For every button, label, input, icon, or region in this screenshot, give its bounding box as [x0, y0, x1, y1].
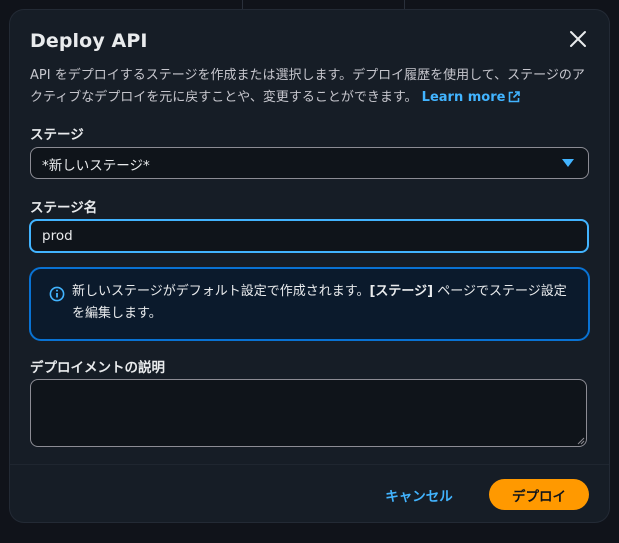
- caret-down-icon: [562, 159, 574, 167]
- learn-more-label: Learn more: [421, 90, 506, 105]
- resize-grip-icon[interactable]: [577, 437, 585, 445]
- modal-description: API をデプロイするステージを作成または選択します。デプロイ履歴を使用して、ス…: [30, 65, 595, 109]
- cancel-button[interactable]: キャンセル: [378, 480, 460, 510]
- close-button[interactable]: [565, 26, 591, 52]
- learn-more-link[interactable]: Learn more: [422, 90, 521, 105]
- info-alert-text: 新しいステージがデフォルト設定で作成されます。[ステージ] ページでステージ設定…: [72, 281, 572, 325]
- info-text-part: 新しいステージがデフォルト設定で作成されます。: [72, 284, 370, 299]
- stage-label: ステージ: [30, 127, 84, 143]
- stage-select-value: *新しいステージ*: [42, 158, 150, 174]
- deployment-description-textarea[interactable]: [30, 379, 587, 447]
- footer-divider: [10, 464, 609, 465]
- info-alert: 新しいステージがデフォルト設定で作成されます。[ステージ] ページでステージ設定…: [29, 267, 590, 341]
- modal-title: Deploy API: [30, 30, 148, 52]
- stage-name-label: ステージ名: [30, 200, 98, 216]
- close-icon: [570, 31, 586, 47]
- info-icon: [49, 286, 65, 302]
- external-link-icon: [509, 91, 521, 103]
- info-text-bold: [ステージ]: [369, 284, 434, 299]
- deploy-button[interactable]: デプロイ: [489, 479, 589, 510]
- deployment-description-label: デプロイメントの説明: [30, 360, 165, 376]
- deploy-api-modal: Deploy API API をデプロイするステージを作成または選択します。デプ…: [10, 10, 609, 522]
- stage-name-input[interactable]: [29, 219, 589, 253]
- stage-select[interactable]: *新しいステージ*: [30, 147, 589, 179]
